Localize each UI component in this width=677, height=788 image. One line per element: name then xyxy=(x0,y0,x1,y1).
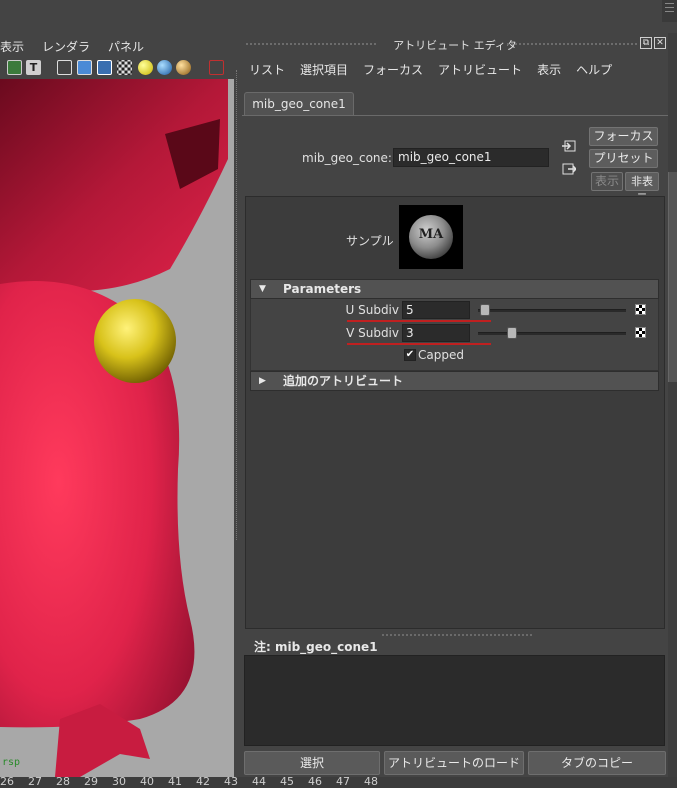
u-subdiv-slider-thumb[interactable] xyxy=(480,304,490,316)
u-subdiv-map-icon[interactable] xyxy=(635,304,646,315)
preset-button[interactable]: プリセット xyxy=(589,149,658,168)
hide-button[interactable]: 非表示 xyxy=(625,172,659,205)
sample-label: サンプル xyxy=(346,234,394,248)
extra-attributes-section-header[interactable]: ▶ 追加のアトリビュート xyxy=(250,371,659,391)
frame-number: 42 xyxy=(196,777,210,788)
viewport-toolbar: T xyxy=(0,57,240,79)
frame-number: 47 xyxy=(336,777,350,788)
texture-icon[interactable]: T xyxy=(26,60,41,75)
ae-title: アトリビュート エディタ xyxy=(393,39,517,52)
expand-right-icon: ▶ xyxy=(259,376,266,386)
frame-number: 44 xyxy=(252,777,266,788)
node-name-label: mib_geo_cone: xyxy=(302,151,392,165)
wireframe-cube-icon[interactable] xyxy=(57,60,72,75)
menu-selected[interactable]: 選択項目 xyxy=(300,61,348,78)
select-button[interactable]: 選択 xyxy=(244,751,380,775)
light-yellow-icon[interactable] xyxy=(138,60,153,75)
copy-tab-button[interactable]: タブのコピー xyxy=(528,751,666,775)
close-icon[interactable]: ✕ xyxy=(654,37,666,49)
viewport-scene xyxy=(0,79,228,777)
titlebar-grip xyxy=(507,43,637,45)
notes-label: 注: mib_geo_cone1 xyxy=(254,640,378,654)
load-attributes-button[interactable]: アトリビュートのロード xyxy=(384,751,524,775)
parameters-section-header[interactable]: ▼ Parameters xyxy=(250,279,659,299)
v-subdiv-underline xyxy=(347,343,491,345)
checker-icon[interactable] xyxy=(117,60,132,75)
shaded-cube-icon[interactable] xyxy=(77,60,92,75)
right-side-tab-strip xyxy=(668,33,677,777)
frame-number: 29 xyxy=(84,777,98,788)
parameters-section-label: Parameters xyxy=(283,282,362,296)
viewport-menu-panels[interactable]: パネル xyxy=(108,38,144,55)
capped-checkbox[interactable]: ✔ xyxy=(404,349,416,361)
xray-icon[interactable] xyxy=(209,60,224,75)
attributes-panel: サンプル MA ▼ Parameters U Subdiv 5 V Subdiv… xyxy=(245,196,665,629)
viewport-menu-renderer[interactable]: レンダラ xyxy=(42,38,90,55)
timeline-numbers: 26 27 28 29 30 40 41 42 43 44 45 46 47 48 xyxy=(0,777,392,788)
frame-number: 45 xyxy=(280,777,294,788)
maya-logo-text: MA xyxy=(418,227,444,242)
viewport-menu-show[interactable]: 表示 xyxy=(0,38,24,55)
v-subdiv-field[interactable]: 3 xyxy=(402,324,470,342)
side-tab[interactable] xyxy=(668,172,677,382)
3d-viewport[interactable] xyxy=(0,79,234,777)
focus-button[interactable]: フォーカス xyxy=(589,127,658,146)
ae-menubar: リスト 選択項目 フォーカス アトリビュート 表示 ヘルプ xyxy=(242,59,620,79)
yellow-ball xyxy=(94,299,176,383)
tab-divider xyxy=(242,115,668,116)
frame-number: 40 xyxy=(140,777,154,788)
output-connection-icon[interactable] xyxy=(562,163,576,175)
menu-focus[interactable]: フォーカス xyxy=(363,61,423,78)
parameters-body: U Subdiv 5 V Subdiv 3 ✔ Capped xyxy=(250,299,659,371)
resolution-gate-icon[interactable] xyxy=(7,60,22,75)
u-subdiv-slider-track[interactable] xyxy=(478,309,626,312)
panel-resize-handle[interactable] xyxy=(236,70,240,540)
head-shape xyxy=(0,79,228,292)
tab-mib-geo-cone1[interactable]: mib_geo_cone1 xyxy=(244,92,354,116)
timeline[interactable]: 26 27 28 29 30 40 41 42 43 44 45 46 47 48 xyxy=(0,777,677,788)
capped-label: Capped xyxy=(418,348,464,362)
u-subdiv-label: U Subdiv xyxy=(345,303,400,317)
grip-icon[interactable] xyxy=(662,0,677,22)
u-subdiv-field[interactable]: 5 xyxy=(402,301,470,319)
sample-swatch[interactable]: MA xyxy=(399,205,463,269)
attribute-editor: アトリビュート エディタ ⧉ ✕ リスト 選択項目 フォーカス アトリビュート … xyxy=(242,33,668,777)
light-gold-icon[interactable] xyxy=(176,60,191,75)
input-connection-icon[interactable] xyxy=(562,140,576,152)
v-subdiv-slider-thumb[interactable] xyxy=(507,327,517,339)
float-window-icon[interactable]: ⧉ xyxy=(640,37,652,49)
frame-number: 46 xyxy=(308,777,322,788)
shaded-wire-cube-icon[interactable] xyxy=(97,60,112,75)
menu-show[interactable]: 表示 xyxy=(537,61,561,78)
frame-number: 28 xyxy=(56,777,70,788)
frame-number: 30 xyxy=(112,777,126,788)
node-name-field[interactable]: mib_geo_cone1 xyxy=(393,148,549,167)
top-strip xyxy=(0,0,677,33)
frame-number: 27 xyxy=(28,777,42,788)
viewport-menubar: 表示 レンダラ パネル xyxy=(0,36,240,56)
frame-number: 43 xyxy=(224,777,238,788)
frame-number: 26 xyxy=(0,777,14,788)
menu-attributes[interactable]: アトリビュート xyxy=(438,61,522,78)
expand-down-icon: ▼ xyxy=(259,284,266,294)
notes-textarea[interactable] xyxy=(244,655,665,746)
menu-list[interactable]: リスト xyxy=(249,61,285,78)
menu-help[interactable]: ヘルプ xyxy=(576,61,612,78)
v-subdiv-map-icon[interactable] xyxy=(635,327,646,338)
v-subdiv-label: V Subdiv xyxy=(346,326,399,340)
light-blue-icon[interactable] xyxy=(157,60,172,75)
frame-number: 41 xyxy=(168,777,182,788)
frame-number: 48 xyxy=(364,777,378,788)
ae-titlebar: アトリビュート エディタ ⧉ ✕ xyxy=(242,33,668,55)
show-button[interactable]: 表示 xyxy=(591,172,623,191)
v-subdiv-slider-track[interactable] xyxy=(478,332,626,335)
u-subdiv-underline xyxy=(347,320,491,322)
camera-label: rsp xyxy=(2,757,21,768)
extra-attributes-section-label: 追加のアトリビュート xyxy=(283,374,404,388)
notes-resize-handle[interactable] xyxy=(382,634,532,636)
maya-logo-sphere: MA xyxy=(409,215,453,259)
